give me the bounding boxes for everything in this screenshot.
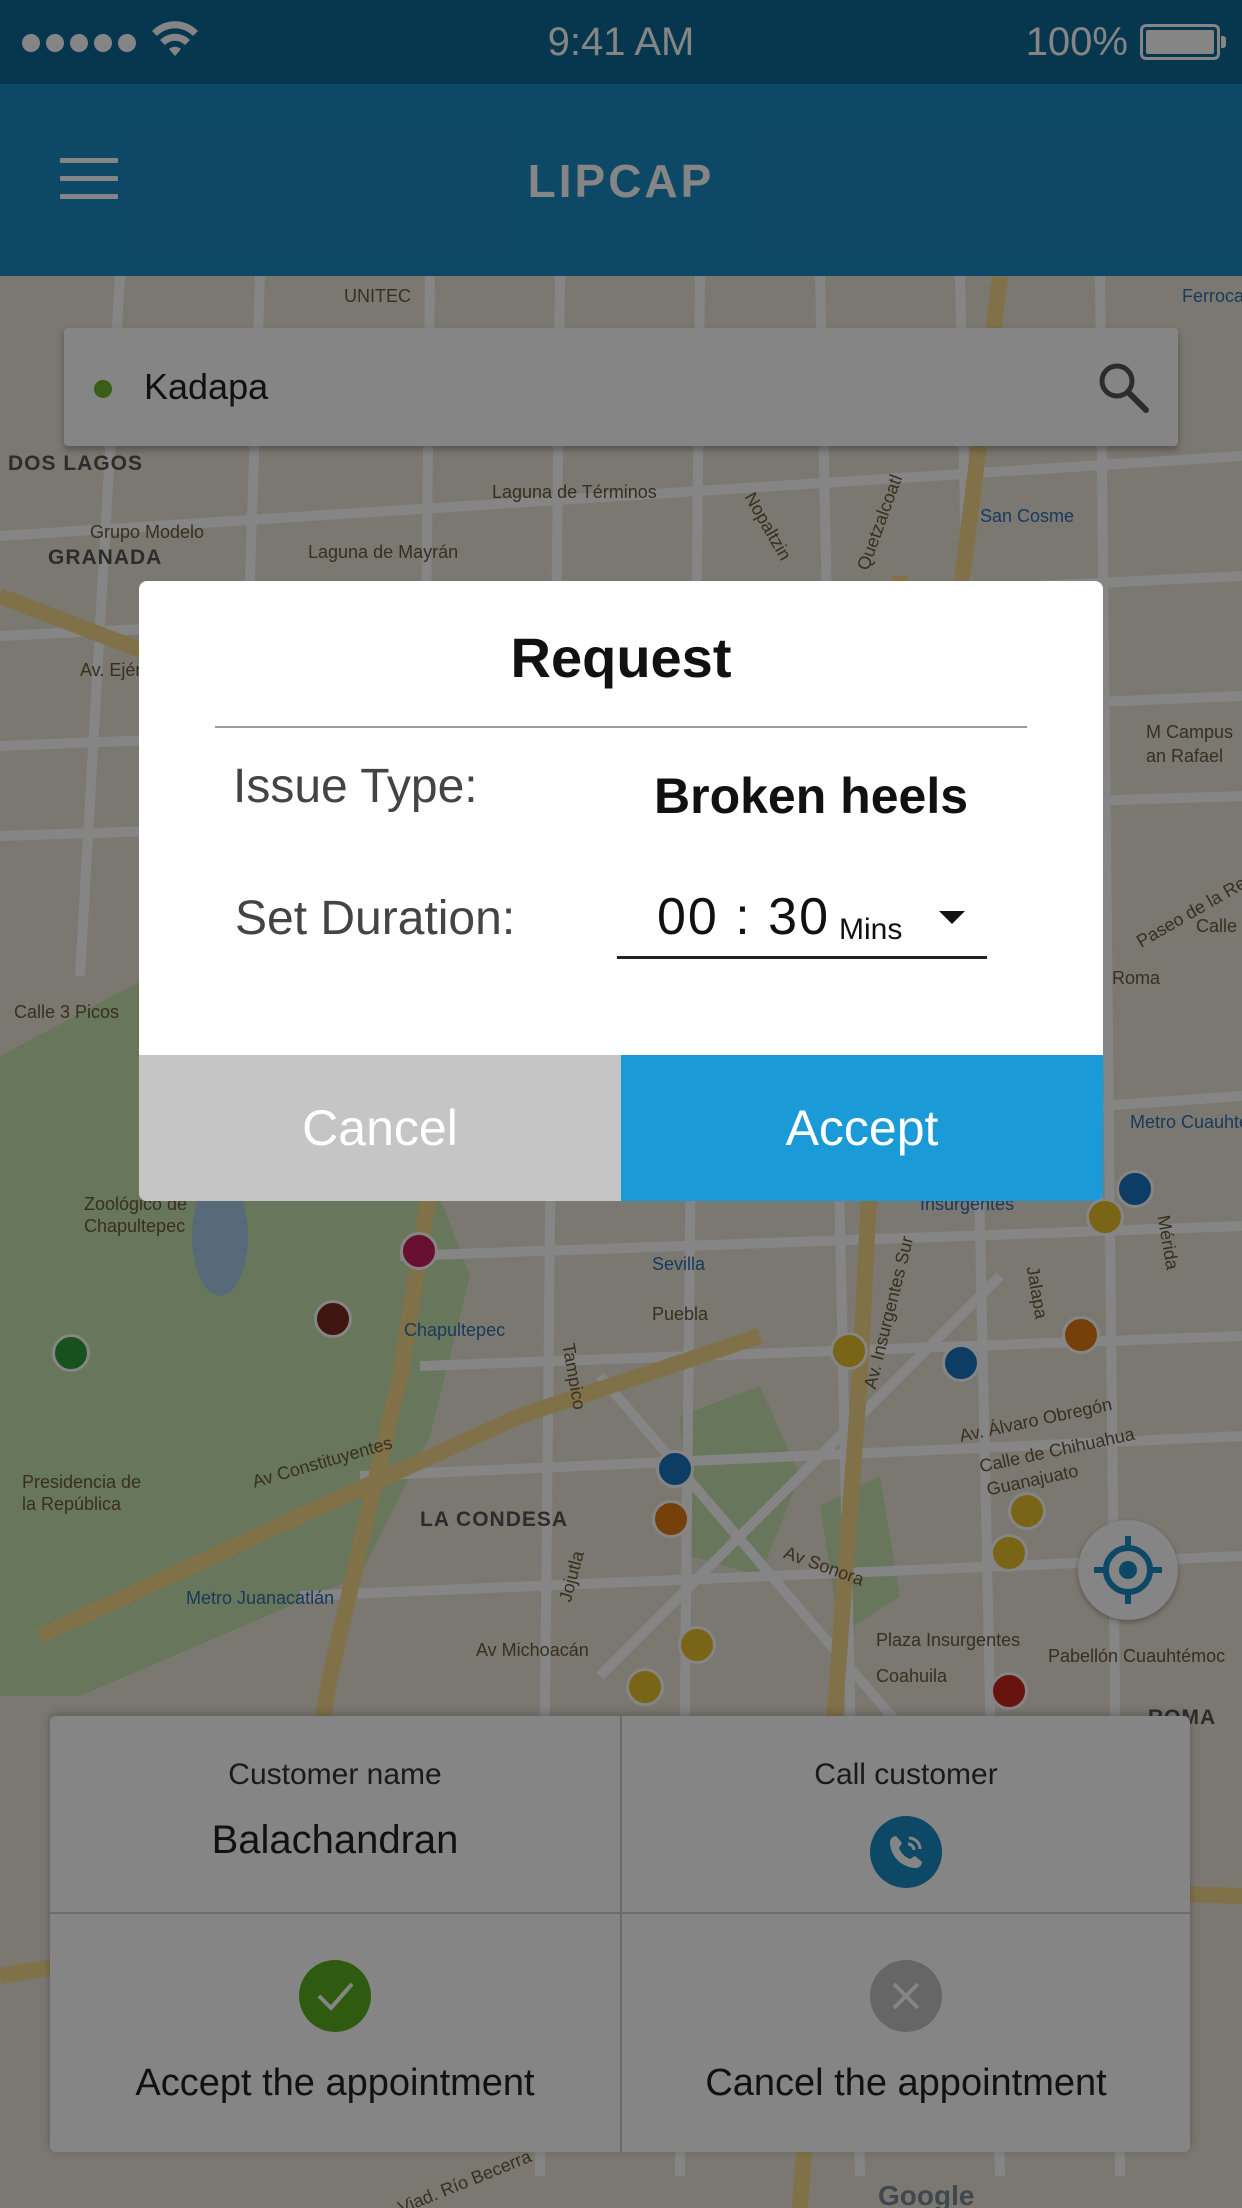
duration-time: 00 : 30 xyxy=(657,888,831,946)
issue-type-value: Broken heels xyxy=(654,768,969,824)
dialog-title: Request xyxy=(510,626,732,689)
request-dialog: Request Issue Type: Broken heels Set Dur… xyxy=(139,581,1103,1201)
issue-type-label: Issue Type: xyxy=(233,760,478,813)
chevron-down-icon[interactable] xyxy=(939,911,965,924)
duration-select[interactable]: 00 : 30 Mins xyxy=(617,887,987,959)
cancel-button[interactable]: Cancel xyxy=(139,1055,621,1201)
accept-button[interactable]: Accept xyxy=(621,1055,1103,1201)
dialog-divider xyxy=(215,726,1027,728)
duration-unit: Mins xyxy=(839,913,903,946)
set-duration-label: Set Duration: xyxy=(235,892,516,945)
